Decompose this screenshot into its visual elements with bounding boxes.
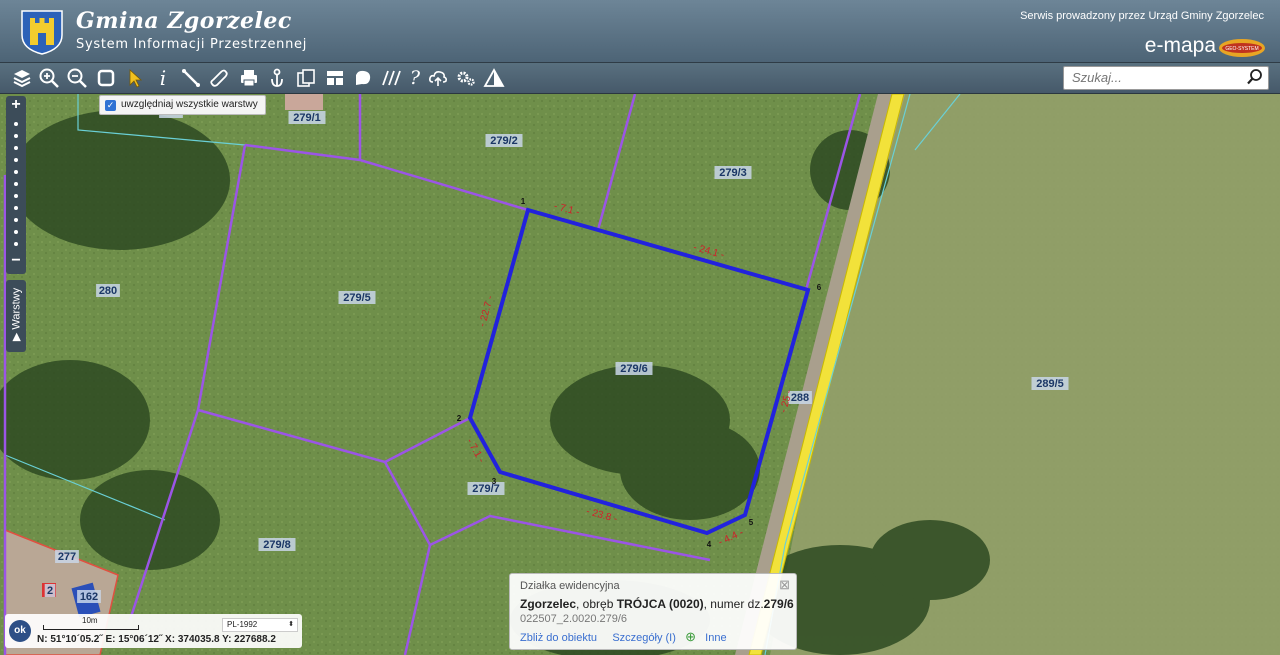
vertex-label: 6 — [817, 283, 822, 292]
vertex-label: 1 — [521, 197, 526, 206]
plus-circle-icon[interactable]: ⊕ — [685, 629, 696, 644]
layers-tab-label: ▶ Warstwy — [10, 287, 23, 342]
zoom-step[interactable] — [14, 158, 18, 162]
zoom-step[interactable] — [14, 122, 18, 126]
map-canvas[interactable]: 279/1 279/2 279/3 280 279/5 279/6 288 289/5 279/… — [0, 94, 1280, 655]
triangle-icon[interactable] — [483, 67, 505, 89]
parcel-label: 162 — [80, 591, 98, 603]
crs-select[interactable]: PL-1992 ⬍ — [222, 618, 298, 632]
settings-icon[interactable] — [455, 67, 477, 89]
other-link[interactable]: Inne — [705, 632, 726, 644]
popup-text: , numer dz. — [703, 597, 764, 611]
zoom-in-icon[interactable] — [38, 67, 60, 89]
zoom-step[interactable] — [14, 242, 18, 246]
scale-coordinates-panel: ok 10m PL-1992 ⬍ N: 51°10´05.2˝ E: 15°06´… — [5, 614, 302, 648]
layers-icon[interactable] — [11, 67, 33, 89]
popup-parcel-description: Zgorzelec, obręb TRÓJCA (0020), numer dz… — [520, 597, 794, 611]
zoom-step[interactable] — [14, 218, 18, 222]
coat-of-arms-logo — [21, 10, 63, 55]
svg-text:GEO-SYSTEM: GEO-SYSTEM — [1225, 46, 1258, 52]
zoom-step[interactable] — [14, 194, 18, 198]
parcel-label: 289/5 — [1036, 378, 1064, 390]
popup-parcel-number: 279/6 — [763, 597, 794, 611]
zoom-step[interactable] — [14, 170, 18, 174]
coordinate-readout: N: 51°10´05.2˝ E: 15°06´12˝ X: 374035.8 … — [37, 634, 276, 645]
parcel-label: 279/2 — [490, 135, 518, 147]
zoom-minus-button[interactable]: − — [6, 252, 26, 270]
zoom-step[interactable] — [14, 182, 18, 186]
zoom-out-icon[interactable] — [66, 67, 88, 89]
app-subtitle: System Informacji Przestrzennej — [76, 37, 308, 52]
parcel-info-popup: Działka ewidencyjna ⊠ Zgorzelec, obręb T… — [509, 573, 797, 650]
zoom-step[interactable] — [14, 230, 18, 234]
popup-text: , obręb — [576, 597, 617, 611]
scale-label: 10m — [82, 616, 98, 625]
search-icon[interactable] — [1246, 68, 1264, 86]
toolbar: i ? — [0, 63, 1280, 94]
vertex-label: 2 — [457, 414, 462, 423]
pan-anchor-icon[interactable] — [266, 67, 288, 89]
select-arrow-icon[interactable] — [124, 67, 146, 89]
cloud-upload-icon[interactable] — [427, 67, 449, 89]
details-link[interactable]: Szczegóły (I) — [612, 632, 676, 644]
parcel-label: 279/6 — [620, 363, 648, 375]
link-icon[interactable] — [208, 67, 230, 89]
parcel-label: 2 — [47, 585, 53, 597]
zoom-to-object-link[interactable]: Zbliż do obiektu — [520, 632, 597, 644]
zoom-plus-button[interactable]: + — [6, 96, 26, 114]
vertex-label: 5 — [749, 518, 754, 527]
hatch-icon[interactable] — [380, 67, 402, 89]
vertex-label: 4 — [707, 540, 712, 549]
copy-icon[interactable] — [295, 67, 317, 89]
popup-place: Zgorzelec — [520, 597, 577, 611]
vertex-label: 3 — [492, 477, 497, 486]
parcel-label: 280 — [99, 285, 117, 297]
print-icon[interactable] — [238, 67, 260, 89]
all-layers-label: uwzględniaj wszystkie warstwy — [121, 99, 258, 110]
parcel-label: 279/1 — [293, 112, 321, 124]
full-extent-icon[interactable] — [95, 67, 117, 89]
close-icon[interactable]: ⊠ — [779, 577, 790, 593]
search-input[interactable] — [1064, 67, 1250, 87]
popup-precinct: TRÓJCA (0020) — [616, 597, 704, 611]
zoom-slider[interactable]: + − — [6, 96, 26, 274]
app-title: Gmina Zgorzelec — [76, 8, 292, 34]
parcel-label: 279/3 — [719, 167, 747, 179]
zoom-step[interactable] — [14, 206, 18, 210]
measure-icon[interactable] — [180, 67, 202, 89]
popup-header: Działka ewidencyjna — [520, 580, 620, 592]
zoom-step[interactable] — [14, 146, 18, 150]
info-icon[interactable]: i — [152, 67, 174, 89]
chevron-updown-icon: ⬍ — [288, 621, 294, 628]
shape-icon[interactable] — [352, 67, 374, 89]
brand-name[interactable]: e-mapa — [1145, 34, 1216, 58]
popup-parcel-id: 022507_2.0020.279/6 — [520, 613, 628, 625]
checkbox-checked-icon[interactable]: ✓ — [105, 99, 116, 111]
popup-links: Zbliż do obiektu Szczegóły (I) ⊕ Inne — [520, 629, 727, 645]
parcel-label: 279/5 — [343, 292, 371, 304]
parcel-label: 277 — [58, 551, 76, 563]
app-header: Gmina Zgorzelec System Informacji Przest… — [0, 0, 1280, 63]
geo-system-logo[interactable]: GEO-SYSTEM — [1218, 38, 1266, 58]
parcel-label: 279/8 — [263, 539, 291, 551]
crs-value: PL-1992 — [227, 620, 258, 629]
layers-panel-tab[interactable]: ▶ Warstwy — [6, 280, 26, 352]
help-icon[interactable]: ? — [404, 67, 426, 89]
layout-icon[interactable] — [324, 67, 346, 89]
service-note: Serwis prowadzony przez Urząd Gminy Zgor… — [1020, 10, 1264, 22]
scale-bar — [43, 625, 139, 630]
zoom-step[interactable] — [14, 134, 18, 138]
ok-button[interactable]: ok — [9, 620, 31, 642]
all-layers-toggle[interactable]: ✓ uwzględniaj wszystkie warstwy — [99, 95, 266, 115]
search-box[interactable] — [1063, 66, 1269, 90]
